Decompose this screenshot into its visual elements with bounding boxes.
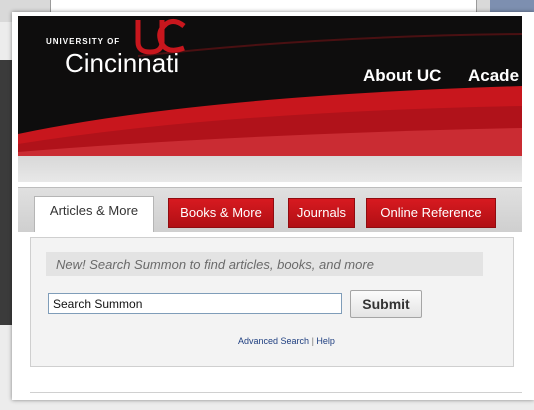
logo-university-of: UNIVERSITY OF [46,37,121,46]
background-window-corner [490,0,534,12]
nav-academics[interactable]: Acade [468,66,519,86]
tab-journals[interactable]: Journals [288,198,355,228]
site-banner: UNIVERSITY OF Cincinnati About UC Acade [18,16,522,156]
search-input[interactable] [48,293,342,314]
search-links: Advanced Search | Help [238,336,335,346]
logo-cincinnati[interactable]: Cincinnati [65,48,179,79]
submit-button[interactable]: Submit [350,290,422,318]
search-hint: New! Search Summon to find articles, boo… [56,257,374,272]
tab-articles-more[interactable]: Articles & More [34,196,154,232]
nav-about-uc[interactable]: About UC [363,66,441,86]
advanced-search-link[interactable]: Advanced Search [238,336,309,346]
help-link[interactable]: Help [316,336,335,346]
tab-online-reference[interactable]: Online Reference [366,198,496,228]
link-separator: | [311,336,314,346]
search-tabs: Articles & More Books & More Journals On… [18,187,522,232]
panel-divider [30,392,522,393]
banner-underline [18,156,522,182]
tab-books-more[interactable]: Books & More [168,198,274,228]
